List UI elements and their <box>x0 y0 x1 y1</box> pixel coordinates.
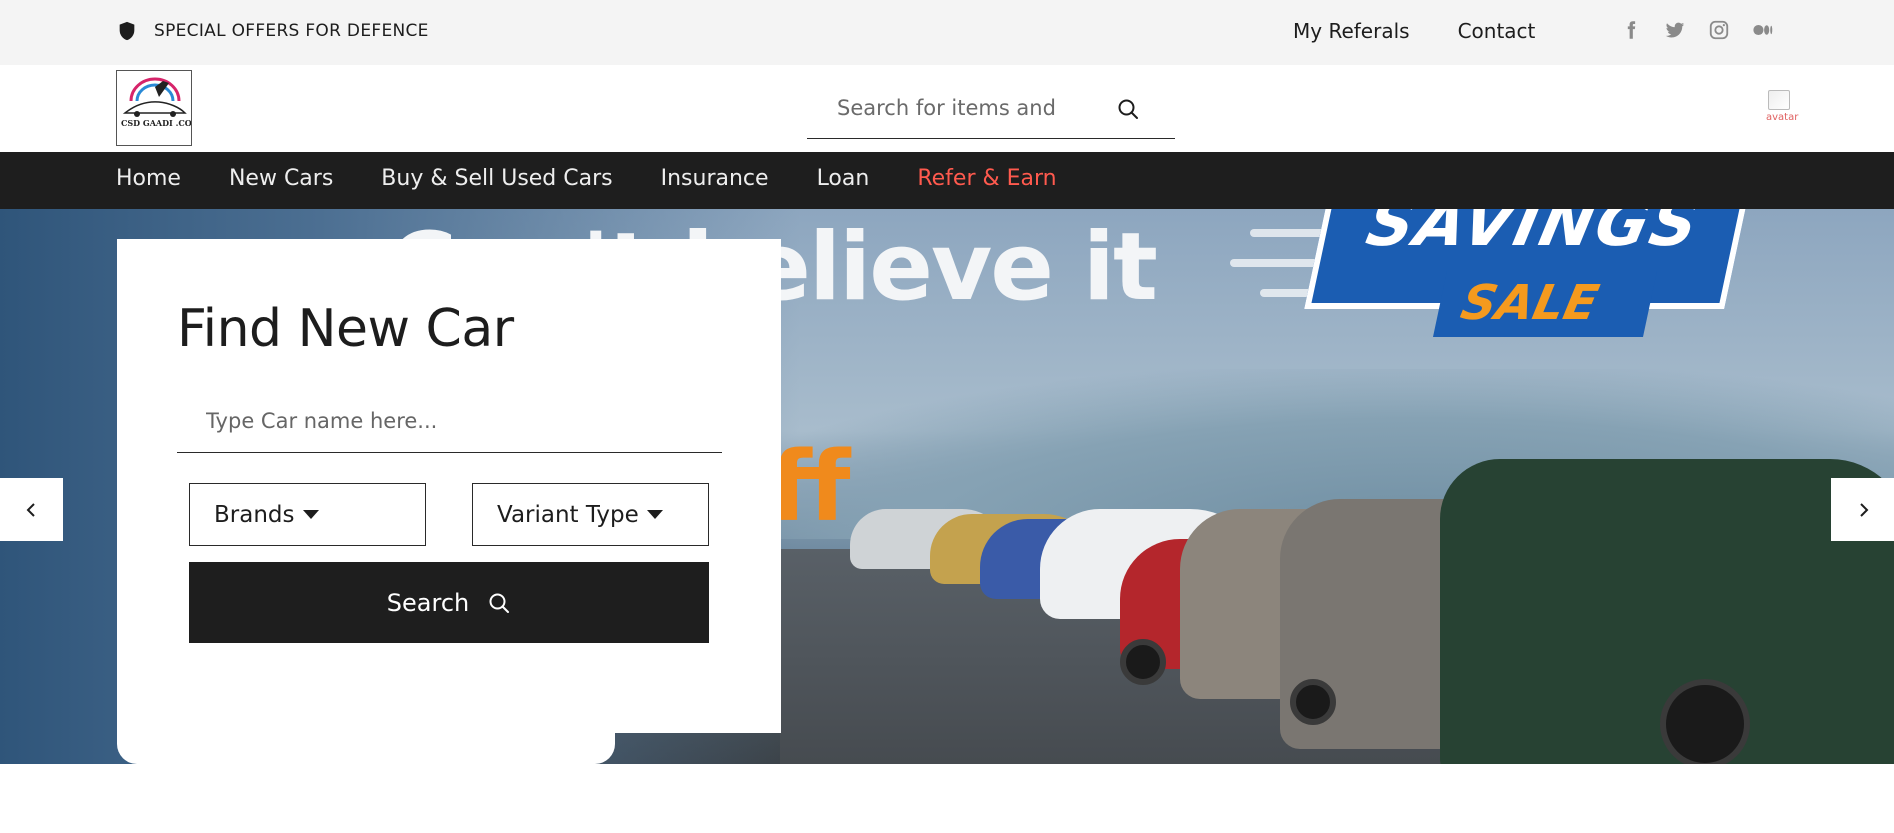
site-search <box>807 79 1175 139</box>
chevron-right-icon <box>1859 502 1868 517</box>
chevron-left-icon <box>26 502 35 517</box>
find-car-card: Find New Car Brands Variant Type Search <box>117 239 781 733</box>
car-wheel <box>1120 639 1166 685</box>
brands-dropdown-label: Brands <box>214 501 295 528</box>
caret-down-icon <box>302 510 319 519</box>
avatar-alt-text: avatar <box>1766 112 1799 123</box>
logo-text: CSD GAADI .COM <box>121 118 192 128</box>
site-search-input[interactable] <box>837 93 1107 123</box>
social-links <box>1620 19 1774 41</box>
main-nav: Home New Cars Buy & Sell Used Cars Insur… <box>0 152 1894 209</box>
banner-discount-text: ff <box>770 431 851 543</box>
twitter-icon[interactable] <box>1664 19 1686 41</box>
logo-car-icon <box>122 77 187 117</box>
find-car-search-button[interactable]: Search <box>189 562 709 643</box>
car-wheel <box>1660 679 1750 764</box>
search-button-label: Search <box>386 588 470 617</box>
avatar-image-placeholder <box>1768 90 1790 110</box>
carousel-prev-button[interactable] <box>0 478 63 541</box>
card-tab-peek <box>117 733 615 764</box>
find-car-title: Find New Car <box>177 299 514 359</box>
nav-item-insurance[interactable]: Insurance <box>661 166 769 191</box>
instagram-icon[interactable] <box>1708 19 1730 41</box>
defence-offer[interactable]: SPECIAL OFFERS FOR DEFENCE <box>116 20 429 42</box>
nav-item-new-cars[interactable]: New Cars <box>229 166 333 191</box>
caret-down-icon <box>646 510 663 519</box>
nav-item-refer-earn[interactable]: Refer & Earn <box>917 166 1056 191</box>
site-header: CSD GAADI .COM avatar <box>0 65 1894 152</box>
medium-icon[interactable] <box>1752 19 1774 41</box>
search-icon <box>489 593 510 613</box>
sale-badge: SALE <box>1432 271 1658 337</box>
variant-type-dropdown[interactable]: Variant Type <box>472 483 709 546</box>
site-logo[interactable]: CSD GAADI .COM <box>116 70 192 146</box>
user-avatar[interactable]: avatar <box>1766 90 1799 126</box>
shield-icon <box>119 21 135 41</box>
car-name-field <box>177 389 722 453</box>
savings-badge-text: SAVINGS <box>1360 209 1707 261</box>
carousel-next-button[interactable] <box>1831 478 1894 541</box>
nav-item-loan[interactable]: Loan <box>817 166 870 191</box>
top-bar: SPECIAL OFFERS FOR DEFENCE My Referals C… <box>0 0 1894 65</box>
nav-item-home[interactable]: Home <box>116 166 181 191</box>
facebook-icon[interactable] <box>1620 19 1642 41</box>
offer-text: SPECIAL OFFERS FOR DEFENCE <box>154 21 429 41</box>
car-name-input[interactable] <box>206 406 686 436</box>
search-icon[interactable] <box>1116 97 1140 121</box>
my-referals-link[interactable]: My Referals <box>1293 19 1410 43</box>
variant-dropdown-label: Variant Type <box>497 501 639 528</box>
car-wheel <box>1290 679 1336 725</box>
contact-link[interactable]: Contact <box>1458 19 1536 43</box>
top-links: My Referals Contact <box>1293 19 1535 43</box>
sale-badge-text: SALE <box>1456 275 1604 331</box>
nav-item-used-cars[interactable]: Buy & Sell Used Cars <box>381 166 612 191</box>
brands-dropdown[interactable]: Brands <box>189 483 426 546</box>
